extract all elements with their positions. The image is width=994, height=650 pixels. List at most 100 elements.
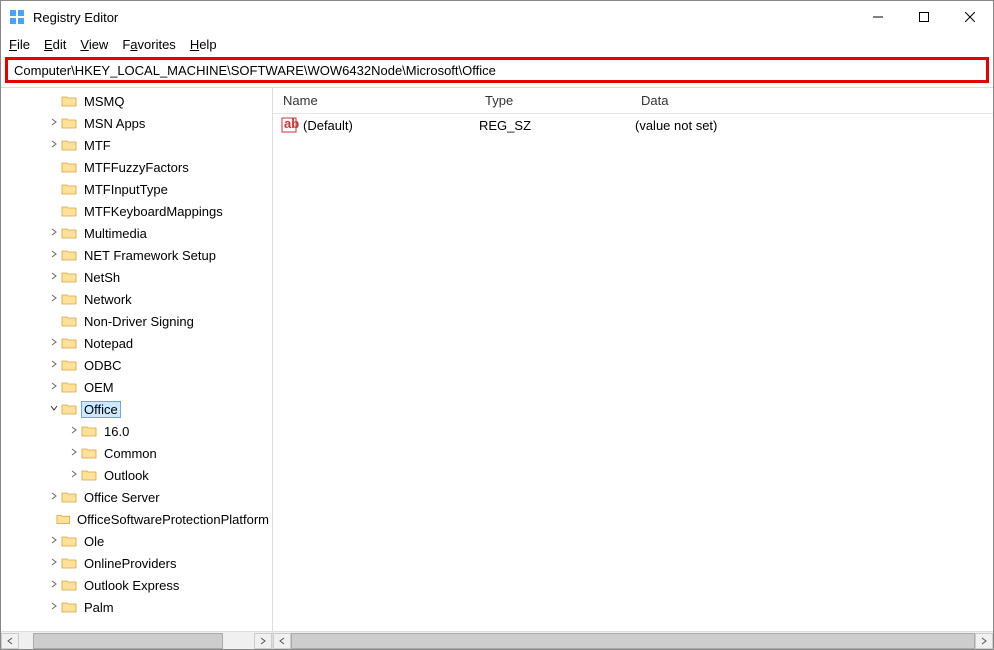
string-value-icon: ab [281, 116, 299, 134]
chevron-right-icon[interactable] [47, 139, 61, 152]
tree-item-msmq[interactable]: MSMQ [1, 90, 272, 112]
scroll-left-button[interactable] [1, 633, 19, 649]
folder-icon [61, 270, 77, 284]
window-title: Registry Editor [33, 10, 855, 25]
tree-label: 16.0 [101, 423, 132, 440]
tree-label: Office Server [81, 489, 163, 506]
folder-icon [61, 402, 77, 416]
tree-label: ODBC [81, 357, 125, 374]
tree-item-common[interactable]: Common [1, 442, 272, 464]
folder-icon [81, 424, 97, 438]
scroll-thumb[interactable] [33, 633, 223, 649]
folder-icon [61, 138, 77, 152]
chevron-down-icon[interactable] [47, 403, 61, 416]
tree-item-ole[interactable]: Ole [1, 530, 272, 552]
chevron-right-icon[interactable] [47, 271, 61, 284]
scroll-thumb[interactable] [291, 633, 975, 649]
chevron-right-icon[interactable] [47, 117, 61, 130]
chevron-right-icon[interactable] [47, 579, 61, 592]
scroll-right-button[interactable] [975, 633, 993, 649]
tree-item-onlineproviders[interactable]: OnlineProviders [1, 552, 272, 574]
tree-item-palm[interactable]: Palm [1, 596, 272, 618]
chevron-right-icon[interactable] [67, 469, 81, 482]
list-pane: Name Type Data ab(Default)REG_SZ(value n… [273, 88, 993, 649]
chevron-right-icon[interactable] [47, 381, 61, 394]
list-hscrollbar[interactable] [273, 631, 993, 649]
tree-item-outlook[interactable]: Outlook [1, 464, 272, 486]
folder-icon [61, 160, 77, 174]
chevron-right-icon[interactable] [47, 557, 61, 570]
chevron-right-icon[interactable] [67, 447, 81, 460]
scroll-track[interactable] [19, 633, 254, 649]
tree-item-outlook-express[interactable]: Outlook Express [1, 574, 272, 596]
tree-label: Outlook [101, 467, 152, 484]
tree-item-16-0[interactable]: 16.0 [1, 420, 272, 442]
chevron-right-icon[interactable] [47, 249, 61, 262]
tree-item-office[interactable]: Office [1, 398, 272, 420]
value-row[interactable]: ab(Default)REG_SZ(value not set) [273, 114, 993, 136]
tree-label: MSMQ [81, 93, 127, 110]
tree-body[interactable]: MSMQ MSN Apps MTF MTFFuzzyFactorsMTFInputTy… [1, 88, 272, 631]
col-data[interactable]: Data [631, 93, 993, 108]
app-icon [9, 9, 25, 25]
tree-item-mtffuzzyfactors[interactable]: MTFFuzzyFactors [1, 156, 272, 178]
tree-hscrollbar[interactable] [1, 631, 272, 649]
tree-item-netsh[interactable]: NetSh [1, 266, 272, 288]
maximize-button[interactable] [901, 1, 947, 33]
list-body[interactable]: ab(Default)REG_SZ(value not set) [273, 114, 993, 631]
folder-icon [61, 534, 77, 548]
tree-item-odbc[interactable]: ODBC [1, 354, 272, 376]
tree-item-msn-apps[interactable]: MSN Apps [1, 112, 272, 134]
menu-view[interactable]: View [80, 37, 108, 52]
folder-icon [81, 468, 97, 482]
chevron-right-icon[interactable] [47, 293, 61, 306]
col-type[interactable]: Type [475, 93, 631, 108]
tree-item-office-server[interactable]: Office Server [1, 486, 272, 508]
tree-item-mtfkeyboardmappings[interactable]: MTFKeyboardMappings [1, 200, 272, 222]
folder-icon [61, 358, 77, 372]
chevron-right-icon[interactable] [47, 359, 61, 372]
tree-label: Notepad [81, 335, 136, 352]
chevron-right-icon[interactable] [47, 227, 61, 240]
tree-item-mtfinputtype[interactable]: MTFInputType [1, 178, 272, 200]
tree-label: Common [101, 445, 160, 462]
tree-item-notepad[interactable]: Notepad [1, 332, 272, 354]
folder-icon [81, 446, 97, 460]
folder-icon [61, 556, 77, 570]
tree-item-non-driver-signing[interactable]: Non-Driver Signing [1, 310, 272, 332]
tree-item-net-framework-setup[interactable]: NET Framework Setup [1, 244, 272, 266]
tree-label: Outlook Express [81, 577, 182, 594]
menu-help[interactable]: Help [190, 37, 217, 52]
window-controls [855, 1, 993, 33]
tree-label: Office [81, 401, 121, 418]
minimize-button[interactable] [855, 1, 901, 33]
address-bar[interactable]: Computer\HKEY_LOCAL_MACHINE\SOFTWARE\WOW… [5, 57, 989, 83]
chevron-right-icon[interactable] [47, 601, 61, 614]
menu-edit[interactable]: Edit [44, 37, 66, 52]
chevron-right-icon[interactable] [47, 535, 61, 548]
tree-item-oem[interactable]: OEM [1, 376, 272, 398]
folder-icon [61, 292, 77, 306]
chevron-right-icon[interactable] [47, 337, 61, 350]
tree-item-officesoftwareprotectionplatform[interactable]: OfficeSoftwareProtectionPlatform [1, 508, 272, 530]
folder-icon [61, 204, 77, 218]
scroll-right-button[interactable] [254, 633, 272, 649]
close-button[interactable] [947, 1, 993, 33]
tree-item-mtf[interactable]: MTF [1, 134, 272, 156]
tree-label: OnlineProviders [81, 555, 180, 572]
value-type: REG_SZ [479, 118, 635, 133]
chevron-right-icon[interactable] [47, 491, 61, 504]
tree-label: NET Framework Setup [81, 247, 219, 264]
menu-favorites[interactable]: Favorites [122, 37, 175, 52]
scroll-track[interactable] [291, 633, 975, 649]
scroll-left-button[interactable] [273, 633, 291, 649]
list-header[interactable]: Name Type Data [273, 88, 993, 114]
folder-icon [56, 512, 71, 526]
folder-icon [61, 314, 77, 328]
tree-item-network[interactable]: Network [1, 288, 272, 310]
tree-item-multimedia[interactable]: Multimedia [1, 222, 272, 244]
menu-file[interactable]: File [9, 37, 30, 52]
chevron-right-icon[interactable] [67, 425, 81, 438]
tree-label: MTF [81, 137, 114, 154]
col-name[interactable]: Name [273, 93, 475, 108]
